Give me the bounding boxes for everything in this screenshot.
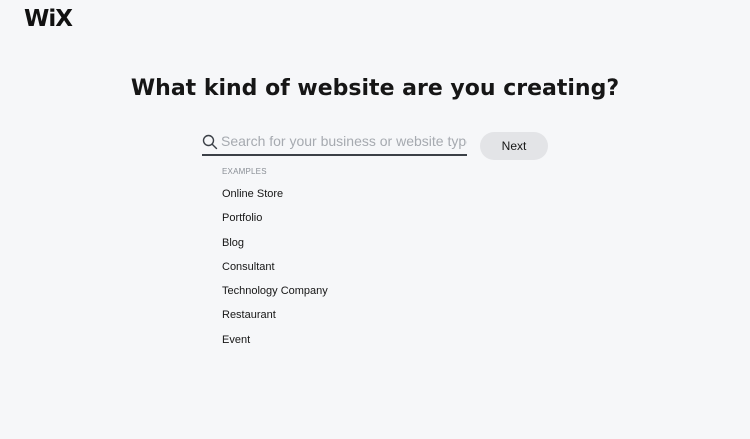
search-field[interactable] <box>202 130 467 156</box>
next-button[interactable]: Next <box>480 132 548 160</box>
example-item-online-store[interactable]: Online Store <box>222 186 328 210</box>
example-item-technology-company[interactable]: Technology Company <box>222 283 328 307</box>
page-title: What kind of website are you creating? <box>130 76 620 101</box>
example-item-event[interactable]: Event <box>222 332 328 356</box>
examples-label: EXAMPLES <box>222 167 267 176</box>
search-input[interactable] <box>221 130 467 152</box>
example-item-portfolio[interactable]: Portfolio <box>222 210 328 234</box>
example-item-restaurant[interactable]: Restaurant <box>222 307 328 331</box>
search-icon <box>202 134 218 150</box>
example-item-consultant[interactable]: Consultant <box>222 259 328 283</box>
examples-list: Online Store Portfolio Blog Consultant T… <box>222 186 328 356</box>
wix-logo[interactable]: WiX <box>24 6 73 32</box>
example-item-blog[interactable]: Blog <box>222 235 328 259</box>
